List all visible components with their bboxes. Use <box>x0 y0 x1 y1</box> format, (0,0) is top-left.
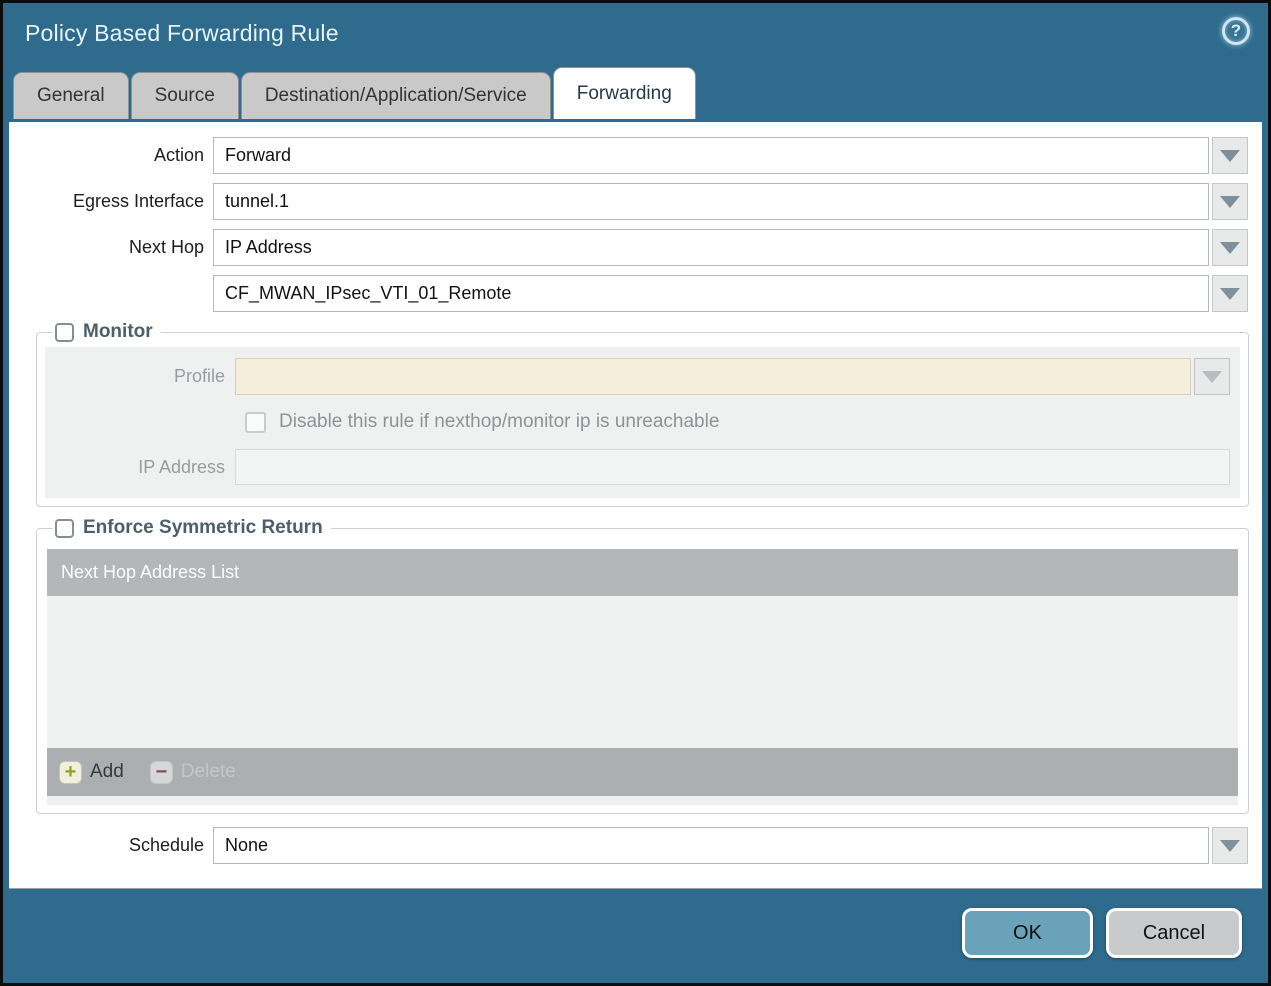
cancel-button[interactable]: Cancel <box>1106 908 1242 958</box>
next-hop-dropdown-button[interactable] <box>1212 229 1248 266</box>
profile-input <box>235 358 1191 395</box>
egress-interface-row: Egress Interface <box>9 183 1248 220</box>
next-hop-address-list-toolbar: + Add − Delete <box>47 748 1238 796</box>
help-icon[interactable]: ? <box>1222 17 1250 45</box>
add-button[interactable]: + Add <box>59 760 124 784</box>
disable-rule-checkbox <box>245 411 266 433</box>
egress-interface-dropdown-button[interactable] <box>1212 183 1248 220</box>
profile-label: Profile <box>173 366 225 386</box>
next-hop-address-list-header: Next Hop Address List <box>47 549 1238 596</box>
table-bottom-strip <box>47 796 1238 805</box>
next-hop-row: Next Hop <box>9 229 1248 266</box>
dialog-titlebar: Policy Based Forwarding Rule ? <box>3 3 1268 63</box>
chevron-down-icon <box>1220 195 1240 208</box>
profile-row: Profile <box>55 358 1230 395</box>
chevron-down-icon <box>1220 241 1240 254</box>
egress-interface-input[interactable] <box>213 183 1209 220</box>
monitor-ip-address-label: IP Address <box>138 456 225 477</box>
monitor-legend: Monitor <box>83 321 153 342</box>
ok-button[interactable]: OK <box>962 908 1093 958</box>
action-dropdown-button[interactable] <box>1212 137 1248 174</box>
disable-rule-label: Disable this rule if nexthop/monitor ip … <box>279 411 720 432</box>
minus-icon: − <box>149 760 173 784</box>
next-hop-address-row <box>9 275 1248 312</box>
tab-forwarding[interactable]: Forwarding <box>552 67 696 119</box>
next-hop-address-dropdown-button[interactable] <box>1212 275 1248 312</box>
schedule-dropdown-button[interactable] <box>1212 827 1248 864</box>
dialog-title: Policy Based Forwarding Rule <box>25 19 339 46</box>
monitor-fieldset: Monitor Profile Disable this rule if nex… <box>36 321 1249 507</box>
add-button-label: Add <box>90 761 124 782</box>
monitor-panel: Profile Disable this rule if nexthop/mon… <box>45 347 1240 498</box>
monitor-checkbox[interactable] <box>55 322 74 342</box>
delete-button: − Delete <box>149 760 236 784</box>
enforce-symmetric-return-checkbox[interactable] <box>55 518 74 538</box>
dialog-footer: OK Cancel <box>3 883 1268 983</box>
next-hop-type-input[interactable] <box>213 229 1209 266</box>
monitor-ip-address-input <box>235 449 1230 485</box>
enforce-symmetric-return-fieldset: Enforce Symmetric Return Next Hop Addres… <box>36 517 1249 814</box>
next-hop-label: Next Hop <box>128 237 204 257</box>
next-hop-address-list-body[interactable] <box>47 596 1238 748</box>
tab-general[interactable]: General <box>13 72 129 119</box>
next-hop-address-list-table: Next Hop Address List + Add − Delete <box>47 549 1238 805</box>
egress-interface-label: Egress Interface <box>72 191 204 211</box>
chevron-down-icon <box>1202 370 1222 383</box>
enforce-symmetric-return-legend: Enforce Symmetric Return <box>83 517 323 538</box>
next-hop-address-input[interactable] <box>213 275 1209 312</box>
schedule-input[interactable] <box>213 827 1209 864</box>
chevron-down-icon <box>1220 287 1240 300</box>
schedule-row: Schedule <box>9 827 1248 864</box>
tab-source[interactable]: Source <box>130 72 239 119</box>
tab-content-forwarding: Action Egress Interface Next Hop <box>9 122 1262 889</box>
plus-icon: + <box>59 760 82 784</box>
profile-dropdown-button <box>1194 358 1230 395</box>
tab-destination-application-service[interactable]: Destination/Application/Service <box>240 72 551 119</box>
action-input[interactable] <box>213 137 1209 174</box>
action-row: Action <box>9 137 1248 174</box>
schedule-label: Schedule <box>128 835 204 855</box>
chevron-down-icon <box>1220 149 1240 162</box>
monitor-ip-address-row: IP Address <box>55 449 1230 485</box>
action-label: Action <box>153 145 204 165</box>
disable-rule-row: Disable this rule if nexthop/monitor ip … <box>245 411 1230 433</box>
policy-based-forwarding-dialog: Policy Based Forwarding Rule ? General S… <box>0 0 1271 986</box>
chevron-down-icon <box>1220 839 1240 852</box>
delete-button-label: Delete <box>180 761 236 782</box>
tab-bar: General Source Destination/Application/S… <box>3 63 1268 119</box>
